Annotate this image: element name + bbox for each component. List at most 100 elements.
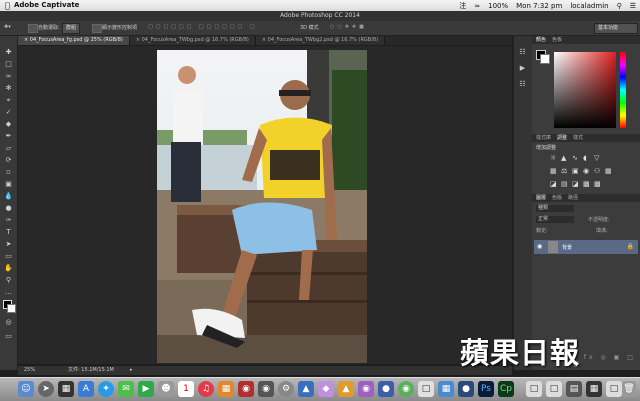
- mission-control-icon[interactable]: ▦: [58, 381, 74, 397]
- background-color-swatch[interactable]: [7, 304, 16, 313]
- finder-icon[interactable]: ☺: [18, 381, 34, 397]
- trash-icon[interactable]: 🗑: [622, 381, 636, 397]
- zoom-tool-icon[interactable]: ⚲: [4, 276, 13, 285]
- tab-libraries[interactable]: 樣式庫: [536, 134, 551, 142]
- color-lookup-icon[interactable]: ▦: [605, 167, 616, 175]
- document-icon-3[interactable]: □: [606, 381, 622, 397]
- app-icon-5[interactable]: ●: [378, 381, 394, 397]
- channel-mixer-icon[interactable]: ⚇: [594, 167, 605, 175]
- tab-color[interactable]: 顏色: [536, 36, 546, 44]
- pen-tool-icon[interactable]: ✑: [4, 216, 13, 225]
- crop-tool-icon[interactable]: ⌖: [4, 96, 13, 105]
- path-select-icon[interactable]: ➤: [4, 240, 13, 249]
- eraser-tool-icon[interactable]: ▫: [4, 168, 13, 177]
- photo-booth-icon[interactable]: ◉: [238, 381, 254, 397]
- photoshop-icon[interactable]: Ps: [478, 381, 494, 397]
- marquee-tool-icon[interactable]: □: [4, 60, 13, 69]
- history-brush-icon[interactable]: ⟳: [4, 156, 13, 165]
- tab-focusarea-twbg2[interactable]: × 04_FocusArea_TWbg2.psd @ 16.7% (RGB/8): [255, 36, 386, 45]
- hue-slider[interactable]: [620, 52, 626, 128]
- move-tool-icon[interactable]: ✚▾: [4, 24, 11, 30]
- app-icon-3[interactable]: ▲: [338, 381, 354, 397]
- system-preferences-icon[interactable]: ⚙: [278, 381, 294, 397]
- move-tool-icon[interactable]: ✚: [4, 48, 13, 57]
- shape-tool-icon[interactable]: ▭: [4, 252, 13, 261]
- image-capture-icon[interactable]: ◉: [258, 381, 274, 397]
- quick-select-tool-icon[interactable]: ✻: [4, 84, 13, 93]
- invert-icon[interactable]: ◪: [550, 180, 561, 188]
- gradient-tool-icon[interactable]: ▣: [4, 180, 13, 189]
- levels-icon[interactable]: ▲: [561, 154, 572, 162]
- user-menu[interactable]: localadmin: [570, 2, 608, 10]
- captivate-icon[interactable]: Cp: [498, 381, 514, 397]
- app-menu[interactable]: Adobe Captivate: [14, 1, 79, 9]
- search-icon[interactable]: ⚲: [617, 2, 622, 10]
- 3d-mode-buttons[interactable]: ○○✚✚■: [330, 24, 367, 30]
- lasso-tool-icon[interactable]: ∞: [4, 72, 13, 81]
- quick-mask-icon[interactable]: ◎: [4, 318, 13, 327]
- apple-menu-icon[interactable]: : [5, 1, 10, 10]
- curves-icon[interactable]: ∿: [572, 154, 583, 162]
- auto-select-dropdown[interactable]: 群組: [62, 23, 81, 34]
- clone-stamp-icon[interactable]: ▱: [4, 144, 13, 153]
- photo-filter-icon[interactable]: ◉: [583, 167, 594, 175]
- history-panel-icon[interactable]: ☷: [518, 48, 527, 57]
- tab-channels[interactable]: 色版: [552, 194, 562, 202]
- safari-icon[interactable]: ✦: [98, 381, 114, 397]
- calendar-icon[interactable]: 1: [178, 381, 194, 397]
- layer-kind-filter[interactable]: 種類: [536, 205, 574, 212]
- screenshot-icon[interactable]: ▦: [586, 381, 602, 397]
- app-icon-2[interactable]: ◆: [318, 381, 334, 397]
- notification-icon[interactable]: ☰: [630, 2, 636, 10]
- threshold-icon[interactable]: ◪: [572, 180, 583, 188]
- gradient-map-icon[interactable]: ▩: [594, 180, 605, 188]
- selective-color-icon[interactable]: ▩: [583, 180, 594, 188]
- brush-tool-icon[interactable]: ✒: [4, 132, 13, 141]
- itunes-icon[interactable]: ♫: [198, 381, 214, 397]
- document-icon-1[interactable]: □: [526, 381, 542, 397]
- tab-paths[interactable]: 路徑: [568, 194, 578, 202]
- hand-tool-icon[interactable]: ✋: [4, 264, 13, 273]
- brightness-icon[interactable]: ☼: [550, 154, 561, 162]
- visibility-eye-icon[interactable]: ◉: [537, 243, 542, 250]
- app-store-icon[interactable]: A: [78, 381, 94, 397]
- folder-icon[interactable]: ▤: [566, 381, 582, 397]
- battery-percent[interactable]: 100%: [488, 2, 508, 10]
- layer-row-background[interactable]: ◉ 背景 🔒: [534, 240, 638, 254]
- dodge-tool-icon[interactable]: ●: [4, 204, 13, 213]
- screen-mode-icon[interactable]: ▭: [4, 332, 13, 341]
- posterize-icon[interactable]: ▤: [561, 180, 572, 188]
- messages-icon[interactable]: ✉: [118, 381, 134, 397]
- properties-panel-icon[interactable]: ☷: [518, 80, 527, 89]
- document-icon-2[interactable]: □: [546, 381, 562, 397]
- tab-focusarea-twbg[interactable]: × 04_FocusArea_TWbg.psd @ 16.7% (RGB/8): [129, 36, 256, 45]
- app-icon-7[interactable]: ▦: [438, 381, 454, 397]
- healing-brush-icon[interactable]: ◆: [4, 120, 13, 129]
- auto-select-checkbox[interactable]: [28, 24, 38, 33]
- blur-tool-icon[interactable]: 💧: [4, 192, 13, 201]
- more-tools-icon[interactable]: …: [4, 288, 13, 297]
- tab-styles[interactable]: 樣式: [573, 134, 583, 142]
- preview-icon[interactable]: □: [418, 381, 434, 397]
- tab-layers[interactable]: 圖層: [536, 194, 546, 202]
- type-tool-icon[interactable]: T: [4, 228, 13, 237]
- eyedropper-tool-icon[interactable]: ✓: [4, 108, 13, 117]
- actions-panel-icon[interactable]: ▶: [518, 64, 527, 73]
- blend-mode-dropdown[interactable]: 正常: [536, 216, 574, 223]
- zoom-level[interactable]: 25%: [24, 366, 35, 375]
- vibrance-icon[interactable]: ▽: [594, 154, 605, 162]
- tab-adjustments[interactable]: 調整: [557, 134, 567, 142]
- app-icon-4[interactable]: ◉: [358, 381, 374, 397]
- exposure-icon[interactable]: ◖: [583, 154, 594, 162]
- panel-background-swatch[interactable]: [540, 54, 550, 64]
- document-info[interactable]: 文件: 15.1M/15.1M: [68, 366, 114, 375]
- facetime-icon[interactable]: ▶: [138, 381, 154, 397]
- clock[interactable]: Mon 7:32 pm: [516, 2, 562, 10]
- color-picker-field[interactable]: [554, 52, 616, 128]
- input-method-icon[interactable]: 注: [459, 1, 466, 11]
- status-menu-icon[interactable]: ▸: [130, 366, 133, 375]
- wifi-icon[interactable]: ≈: [474, 2, 480, 10]
- launchpad-icon[interactable]: ➤: [38, 381, 54, 397]
- tab-focusarea-fg[interactable]: × 04_FocusArea_fg.psd @ 25% (RGB/8): [18, 36, 130, 45]
- black-white-icon[interactable]: ▣: [572, 167, 583, 175]
